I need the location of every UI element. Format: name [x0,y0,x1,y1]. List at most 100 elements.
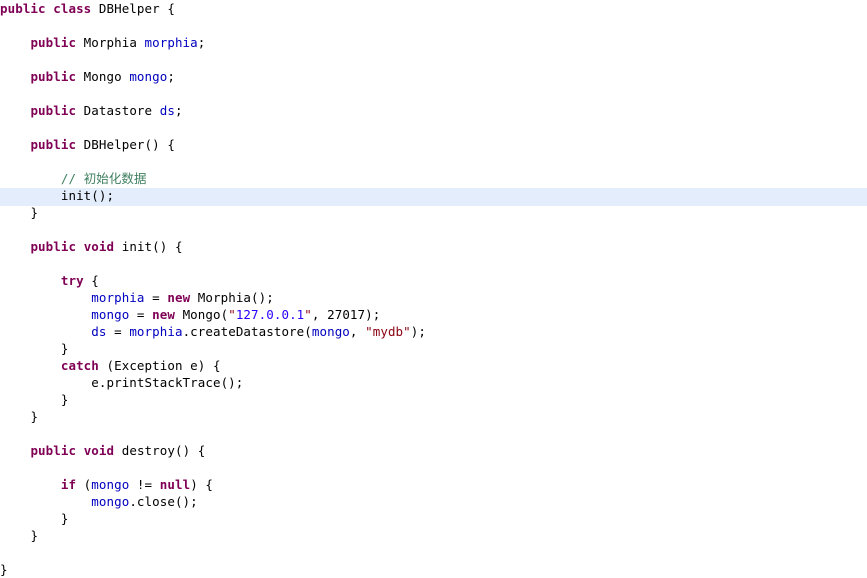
code-line[interactable] [0,51,867,68]
code-token: Mongo( [174,307,229,322]
code-token: ; [167,69,175,84]
code-token: ds [91,324,107,339]
code-token: public [30,137,77,152]
code-line[interactable] [0,459,867,476]
code-token: e.printStackTrace(); [91,375,244,390]
code-token: " [228,307,236,322]
code-line[interactable] [0,153,867,170]
code-line[interactable]: public void destroy() { [0,442,867,459]
code-line[interactable]: public DBHelper() { [0,136,867,153]
code-line[interactable]: public Morphia morphia; [0,34,867,51]
code-line[interactable]: public void init() { [0,238,867,255]
code-token: } [30,528,39,543]
code-token: public [30,69,77,84]
code-token: void [83,443,115,458]
code-line[interactable]: // 初始化数据 [0,170,867,187]
code-token: ); [410,324,426,339]
code-token: ) { [190,477,214,492]
code-token: mongo [91,494,130,509]
code-token: mongo [311,324,350,339]
code-token: ds [159,103,175,118]
source-code-text[interactable]: public class DBHelper { public Morphia m… [0,0,867,578]
code-line[interactable]: public Datastore ds; [0,102,867,119]
code-line[interactable]: if (mongo != null) { [0,476,867,493]
code-token: } [60,392,69,407]
code-line[interactable]: mongo.close(); [0,493,867,510]
code-line[interactable]: catch (Exception e) { [0,357,867,374]
code-line[interactable]: } [0,408,867,425]
code-token: Mongo [76,69,130,84]
code-token: ; [174,103,183,118]
code-token: new [167,290,191,305]
code-line[interactable]: } [0,204,867,221]
code-line[interactable]: } [0,510,867,527]
code-token: init(); [60,188,115,203]
code-token: != [129,477,160,492]
code-token: { [83,273,99,288]
code-token: 初始化数据 [83,171,147,186]
code-line[interactable]: } [0,340,867,357]
code-line[interactable]: } [0,391,867,408]
code-line[interactable]: morphia = new Morphia(); [0,289,867,306]
code-line[interactable] [0,544,867,561]
code-line[interactable] [0,221,867,238]
code-line[interactable] [0,119,867,136]
code-token: mongo [91,477,130,492]
code-line[interactable]: init(); [0,187,867,204]
code-line[interactable] [0,85,867,102]
code-token: public [30,103,77,118]
code-token: if [60,477,77,492]
code-editor-viewport[interactable]: public class DBHelper { public Morphia m… [0,0,867,577]
code-token: .createDatastore( [182,324,312,339]
code-line[interactable]: public Mongo mongo; [0,68,867,85]
code-token: public [30,239,77,254]
code-line[interactable]: try { [0,272,867,289]
code-line[interactable]: mongo = new Mongo("127.0.0.1", 27017); [0,306,867,323]
code-line[interactable]: } [0,561,867,578]
code-token: .close(); [129,494,198,509]
code-token: (Exception e) { [98,358,221,373]
code-token: Datastore [76,103,160,118]
code-token: public [0,1,46,16]
code-token: ; [197,35,206,50]
code-line[interactable] [0,255,867,272]
code-token: 127.0.0.1 [235,307,305,322]
code-line[interactable]: public class DBHelper { [0,0,867,17]
code-token: public [30,35,77,50]
code-token: " [304,307,312,322]
code-token: = [106,324,130,339]
code-line[interactable]: } [0,527,867,544]
code-token: null [159,477,191,492]
code-token: mongo [91,307,130,322]
code-line[interactable] [0,17,867,34]
code-token: } [60,341,69,356]
code-line[interactable]: ds = morphia.createDatastore(mongo, "myd… [0,323,867,340]
code-line[interactable]: e.printStackTrace(); [0,374,867,391]
code-token: DBHelper { [91,1,175,16]
code-token: morphia [91,290,145,305]
code-token: DBHelper() { [76,137,175,152]
code-line[interactable] [0,425,867,442]
code-token: mongo [129,69,168,84]
code-token: try [60,273,84,288]
